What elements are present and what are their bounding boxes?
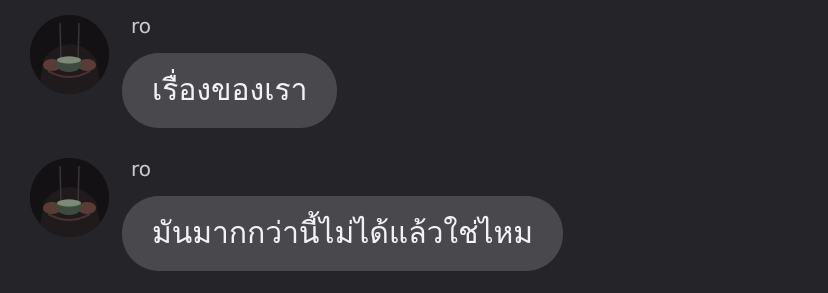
avatar-photo-icon — [30, 158, 109, 237]
sender-name: ro — [131, 157, 152, 181]
message-bubble[interactable]: เรื่องของเรา — [122, 53, 338, 128]
chat-thread: ro เรื่องของเรา ro มันมากกว่านี้ไม่ได้แล… — [0, 0, 828, 293]
avatar[interactable] — [30, 15, 109, 94]
avatar-photo-icon — [30, 15, 109, 94]
sender-name: ro — [131, 14, 152, 38]
avatar[interactable] — [30, 158, 109, 237]
message-bubble[interactable]: มันมากกว่านี้ไม่ได้แล้วใช่ไหม — [122, 196, 564, 271]
